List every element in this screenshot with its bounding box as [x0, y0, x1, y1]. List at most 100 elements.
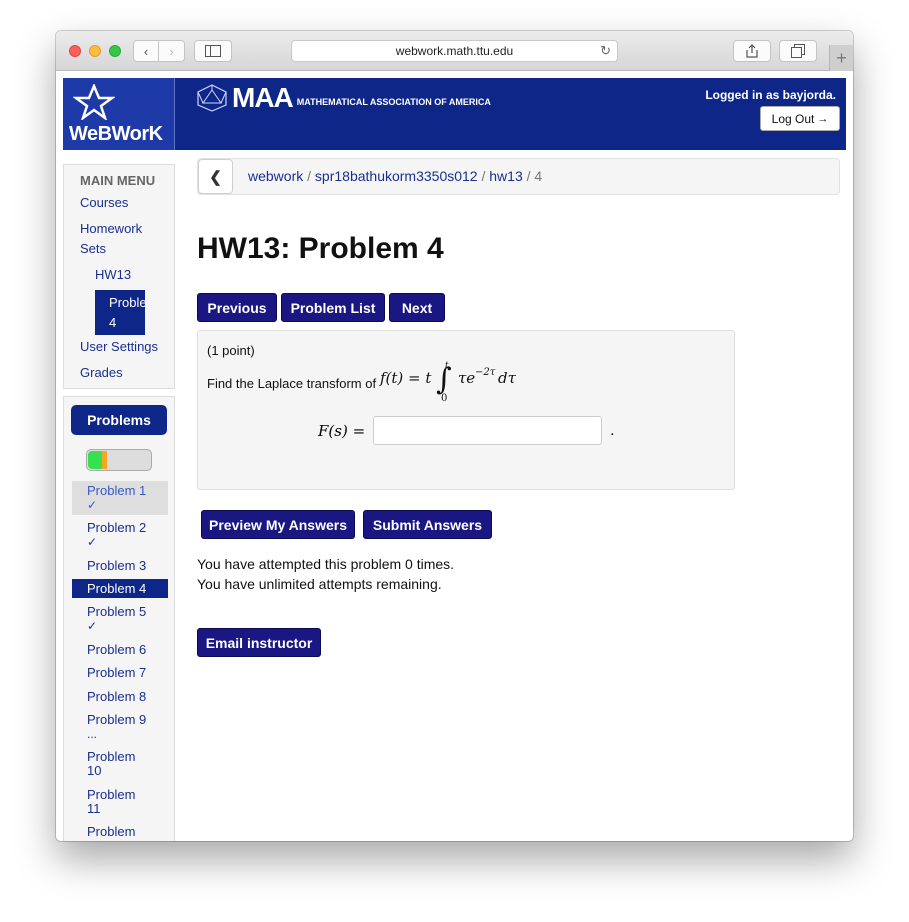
close-window-button[interactable]	[69, 45, 81, 57]
email-instructor-button[interactable]: Email instructor	[197, 628, 321, 657]
problem-11-number: 11	[87, 801, 101, 816]
new-tab-button[interactable]: +	[829, 45, 853, 71]
minimize-window-button[interactable]	[89, 45, 101, 57]
check-icon: ✓	[87, 619, 98, 633]
menu-link-current-problem[interactable]: Proble 4	[95, 290, 145, 335]
problem-list-item-5[interactable]: Problem 5 ✓	[72, 604, 168, 634]
address-bar[interactable]: webwork.math.ttu.edu ↻	[291, 40, 618, 62]
menu-link-user-settings[interactable]: User Settings	[80, 337, 158, 357]
sidebar-toggle-button[interactable]	[194, 40, 232, 62]
problem-6-label: Problem 6	[87, 642, 147, 657]
tabs-overview-button[interactable]	[779, 40, 817, 62]
answer-label: F(s) =	[318, 421, 366, 440]
chevron-right-icon: ›	[169, 43, 174, 59]
laplace-formula: f(t) = t ∫ t 0 τe −2τ dτ	[379, 361, 517, 404]
problem-statement: Find the Laplace transform of f(t) = t ∫…	[207, 361, 528, 405]
maa-full-name: MATHEMATICAL ASSOCIATION OF AMERICA	[296, 97, 491, 107]
menu-link-courses[interactable]: Courses	[80, 193, 128, 213]
star-logo-icon	[73, 84, 115, 120]
menu-link-grades[interactable]: Grades	[80, 363, 123, 383]
problem-12-number: 12	[87, 839, 168, 842]
problem-list-item-12[interactable]: Problem 12	[72, 824, 168, 842]
check-icon: ✓	[87, 535, 98, 549]
breadcrumb-course[interactable]: spr18bathukorm3350s012	[315, 168, 478, 184]
svg-text:0: 0	[441, 393, 447, 404]
problem-5-label: Problem 5	[87, 604, 147, 619]
problem-8-label: Problem 8	[87, 689, 147, 704]
problems-button[interactable]: Problems	[71, 405, 167, 435]
svg-text:τe: τe	[458, 369, 475, 387]
back-nav-button[interactable]: ‹	[133, 40, 159, 62]
share-button[interactable]	[733, 40, 771, 62]
logout-button[interactable]: Log Out →	[760, 106, 840, 131]
problem-10-number: 10	[87, 763, 102, 778]
svg-text:∫: ∫	[436, 362, 452, 397]
problem-9-label: Problem 9	[87, 712, 147, 727]
breadcrumb-bar: ❮ webwork / spr18bathukorm3350s012 / hw1…	[197, 158, 840, 195]
reload-icon[interactable]: ↻	[600, 43, 611, 59]
current-problem-line2: 4	[109, 315, 117, 330]
problem-list-item-4[interactable]: Problem 4	[72, 579, 168, 598]
url-text: webwork.math.ttu.edu	[395, 44, 514, 58]
breadcrumb-set[interactable]: hw13	[489, 168, 522, 184]
problem-10-label: Problem	[87, 749, 136, 764]
problem-list-item-6[interactable]: Problem 6	[72, 643, 168, 657]
problem-list-item-8[interactable]: Problem 8	[72, 690, 168, 704]
problem-list-item-9[interactable]: Problem 9 ...	[72, 712, 168, 742]
answer-input[interactable]	[373, 416, 603, 445]
problem-list-item-7[interactable]: Problem 7	[72, 666, 168, 680]
main-menu: MAIN MENU Courses Homework Sets HW13 Pro…	[63, 164, 175, 389]
problem-list-button[interactable]: Problem List	[281, 293, 385, 322]
svg-text:dτ: dτ	[498, 369, 517, 387]
chevron-left-icon: ‹	[143, 43, 149, 59]
breadcrumb-back-button[interactable]: ❮	[198, 159, 233, 194]
breadcrumb: webwork / spr18bathukorm3350s012 / hw13 …	[248, 168, 542, 184]
browser-window: ‹ › webwork.math.ttu.edu ↻ + WeBWorK MAA…	[56, 31, 853, 841]
problem-list-item-10[interactable]: Problem 10	[72, 750, 168, 778]
check-icon: ✓	[87, 498, 98, 512]
problem-list-item-2[interactable]: Problem 2 ✓	[72, 520, 168, 550]
progress-partial-fill	[102, 451, 107, 469]
logo-text: WeBWorK	[69, 123, 163, 145]
menu-link-hw13[interactable]: HW13	[95, 265, 131, 285]
breadcrumb-separator: /	[481, 168, 486, 184]
maa-logo[interactable]: MAA MATHEMATICAL ASSOCIATION OF AMERICA	[196, 82, 491, 114]
ellipsis-icon: ...	[87, 727, 98, 741]
next-button[interactable]: Next	[389, 293, 445, 322]
attempts-count: You have attempted this problem 0 times.	[197, 556, 455, 572]
problem-points: (1 point)	[207, 343, 255, 358]
previous-button[interactable]: Previous	[197, 293, 277, 322]
attempts-remaining: You have unlimited attempts remaining.	[197, 576, 442, 592]
problem-list-item-3[interactable]: Problem 3	[72, 559, 168, 573]
breadcrumb-separator: /	[307, 168, 312, 184]
page-title: HW13: Problem 4	[197, 232, 444, 265]
history-nav: ‹ ›	[133, 40, 185, 62]
problem-box: (1 point) Find the Laplace transform of …	[197, 330, 735, 490]
problem-3-label: Problem 3	[87, 558, 147, 573]
problem-list-item-11[interactable]: Problem 11	[72, 788, 168, 816]
submit-answers-button[interactable]: Submit Answers	[363, 510, 492, 539]
browser-toolbar: ‹ › webwork.math.ttu.edu ↻ +	[56, 31, 853, 71]
problem-list-item-1[interactable]: Problem 1 ✓	[72, 481, 168, 515]
breadcrumb-webwork[interactable]: webwork	[248, 168, 303, 184]
maa-icosahedron-icon	[197, 84, 227, 112]
breadcrumb-current: 4	[534, 168, 543, 184]
zoom-window-button[interactable]	[109, 45, 121, 57]
chevron-left-icon: ❮	[209, 168, 222, 186]
problem-2-label: Problem 2	[87, 520, 147, 535]
svg-text:t: t	[445, 361, 449, 371]
problem-statement-text: Find the Laplace transform of	[207, 375, 377, 391]
webpage: WeBWorK MAA MATHEMATICAL ASSOCIATION OF …	[56, 72, 853, 841]
menu-link-homework-sets[interactable]: Homework	[80, 219, 142, 239]
svg-text:f(t) = t: f(t) = t	[379, 369, 432, 387]
problem-11-label: Problem	[87, 787, 136, 802]
forward-nav-button[interactable]: ›	[159, 40, 185, 62]
current-problem-line1: Proble	[109, 295, 145, 310]
menu-link-homework-sets-line2[interactable]: Sets	[80, 239, 106, 259]
site-banner: WeBWorK MAA MATHEMATICAL ASSOCIATION OF …	[63, 78, 846, 150]
webwork-logo[interactable]: WeBWorK	[63, 78, 175, 150]
sidebar-icon	[205, 45, 221, 57]
problem-12-label: Problem	[87, 824, 136, 839]
maa-abbr: MAA	[232, 82, 294, 113]
preview-answers-button[interactable]: Preview My Answers	[201, 510, 355, 539]
